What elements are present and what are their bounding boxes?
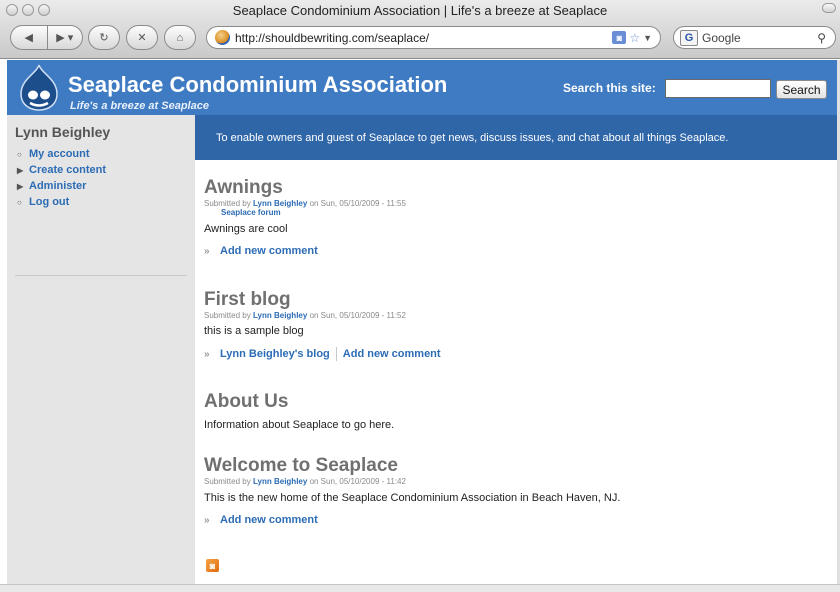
sidebar-item-administer[interactable]: ▶ Administer <box>17 178 106 194</box>
user-menu: ○ My account ▶ Create content ▶ Administ… <box>17 146 106 210</box>
taxonomy-link[interactable]: Seaplace forum <box>221 208 406 217</box>
submitted-prefix: Submitted by <box>204 311 251 320</box>
site-name-link[interactable]: Seaplace Condominium Association <box>68 72 447 98</box>
node-body: Information about Seaplace to go here. <box>204 419 395 431</box>
node-title-link[interactable]: First blog <box>204 289 441 311</box>
bullet-icon: ○ <box>17 197 22 207</box>
node-about-us: About Us Information about Seaplace to g… <box>204 391 394 431</box>
sidebar-item-my-account[interactable]: ○ My account <box>17 146 106 162</box>
raquo-icon: » <box>204 245 210 257</box>
submitted-prefix: Submitted by <box>204 199 251 208</box>
raquo-icon: » <box>204 514 210 526</box>
site-header: Seaplace Condominium Association Life's … <box>7 60 837 115</box>
node-awnings: Awnings Submitted by Lynn Beighley on Su… <box>204 177 406 257</box>
home-icon: ⌂ <box>176 31 184 44</box>
back-arrow-icon: ◀ <box>24 32 33 44</box>
post-date: on Sun, 05/10/2009 - 11:55 <box>309 199 406 208</box>
node-title-link[interactable]: About Us <box>204 391 394 413</box>
search-icon[interactable]: ⚲ <box>817 31 826 45</box>
post-date: on Sun, 05/10/2009 - 11:52 <box>309 311 406 320</box>
feed-icon[interactable]: ◙ <box>612 31 627 44</box>
sidebar-item-label[interactable]: Create content <box>29 164 106 176</box>
node-body: Awnings are cool <box>204 223 288 235</box>
submitted-prefix: Submitted by <box>204 477 251 486</box>
back-button[interactable]: ◀ <box>11 26 47 49</box>
sidebar-item-label[interactable]: Administer <box>29 180 86 192</box>
add-comment-link[interactable]: Add new comment <box>220 245 318 257</box>
bookmark-star-icon[interactable]: ☆ <box>629 31 640 45</box>
submitted-info: Submitted by Lynn Beighley on Sun, 05/10… <box>204 311 441 320</box>
site-search-input[interactable] <box>665 79 771 98</box>
sidebar-item-create-content[interactable]: ▶ Create content <box>17 162 106 178</box>
back-forward-buttons: ◀ ▶ ▾ <box>10 25 83 50</box>
web-page: Seaplace Condominium Association Life's … <box>7 60 837 584</box>
chevron-down-icon[interactable]: ▼ <box>643 33 652 43</box>
raquo-icon: » <box>204 348 210 360</box>
sidebar-item-log-out[interactable]: ○ Log out <box>17 194 106 210</box>
drupal-logo-icon[interactable] <box>17 63 61 111</box>
link-separator <box>335 347 337 361</box>
browser-search-box[interactable]: G Google ⚲ <box>673 26 836 49</box>
rss-feed-icon[interactable]: ◙ <box>206 559 219 572</box>
node-welcome: Welcome to Seaplace Submitted by Lynn Be… <box>204 455 620 526</box>
site-slogan: Life's a breeze at Seaplace <box>70 100 209 112</box>
window-title: Seaplace Condominium Association | Life'… <box>232 3 608 18</box>
author-link[interactable]: Lynn Beighley <box>253 477 307 486</box>
browser-toolbar: Seaplace Condominium Association | Life'… <box>0 0 840 59</box>
stop-icon: ✕ <box>137 32 147 44</box>
search-button[interactable]: Search <box>776 80 827 99</box>
node-links: » Lynn Beighley's blog Add new comment <box>204 347 441 361</box>
author-link[interactable]: Lynn Beighley <box>253 311 307 320</box>
node-body: This is the new home of the Seaplace Con… <box>204 492 621 504</box>
node-title-link[interactable]: Welcome to Seaplace <box>204 455 620 477</box>
bullet-icon: ○ <box>17 149 22 159</box>
node-links: » Add new comment <box>204 245 406 257</box>
sidebar: Lynn Beighley ○ My account ▶ Create cont… <box>7 115 195 584</box>
author-link[interactable]: Lynn Beighley <box>253 199 307 208</box>
add-comment-link[interactable]: Add new comment <box>220 514 318 526</box>
home-button[interactable]: ⌂ <box>164 25 196 50</box>
expand-arrow-icon: ▶ <box>17 181 24 191</box>
search-label: Search this site: <box>563 81 656 95</box>
submitted-info: Submitted by Lynn Beighley on Sun, 05/10… <box>204 477 620 486</box>
node-first-blog: First blog Submitted by Lynn Beighley on… <box>204 289 441 361</box>
status-bar <box>0 584 840 592</box>
post-date: on Sun, 05/10/2009 - 11:42 <box>309 477 406 486</box>
address-text[interactable]: http://shouldbewriting.com/seaplace/ <box>235 31 612 45</box>
stop-button[interactable]: ✕ <box>126 25 158 50</box>
address-bar[interactable]: http://shouldbewriting.com/seaplace/ ◙ ☆… <box>206 26 661 49</box>
expand-arrow-icon: ▶ <box>17 165 24 175</box>
node-body: this is a sample blog <box>204 325 304 337</box>
google-icon[interactable]: G <box>680 29 698 46</box>
site-mission: To enable owners and guest of Seaplace t… <box>195 115 837 160</box>
sidebar-item-label[interactable]: My account <box>29 148 90 160</box>
forward-arrow-icon: ▶ ▾ <box>56 32 74 44</box>
sidebar-user-title: Lynn Beighley <box>15 124 111 140</box>
node-title-link[interactable]: Awnings <box>204 177 406 199</box>
blog-link[interactable]: Lynn Beighley's blog <box>220 348 330 360</box>
add-comment-link[interactable]: Add new comment <box>343 348 441 360</box>
reload-button[interactable]: ↻ <box>88 25 120 50</box>
site-favicon-icon <box>215 30 230 45</box>
sidebar-divider <box>15 275 187 276</box>
submitted-info: Submitted by Lynn Beighley on Sun, 05/10… <box>204 199 406 208</box>
toolbar-toggle-button[interactable] <box>822 3 836 13</box>
search-engine-placeholder[interactable]: Google <box>702 31 817 45</box>
node-links: » Add new comment <box>204 514 620 526</box>
sidebar-item-label[interactable]: Log out <box>29 196 69 208</box>
reload-icon: ↻ <box>99 32 109 44</box>
forward-button[interactable]: ▶ ▾ <box>46 26 83 49</box>
